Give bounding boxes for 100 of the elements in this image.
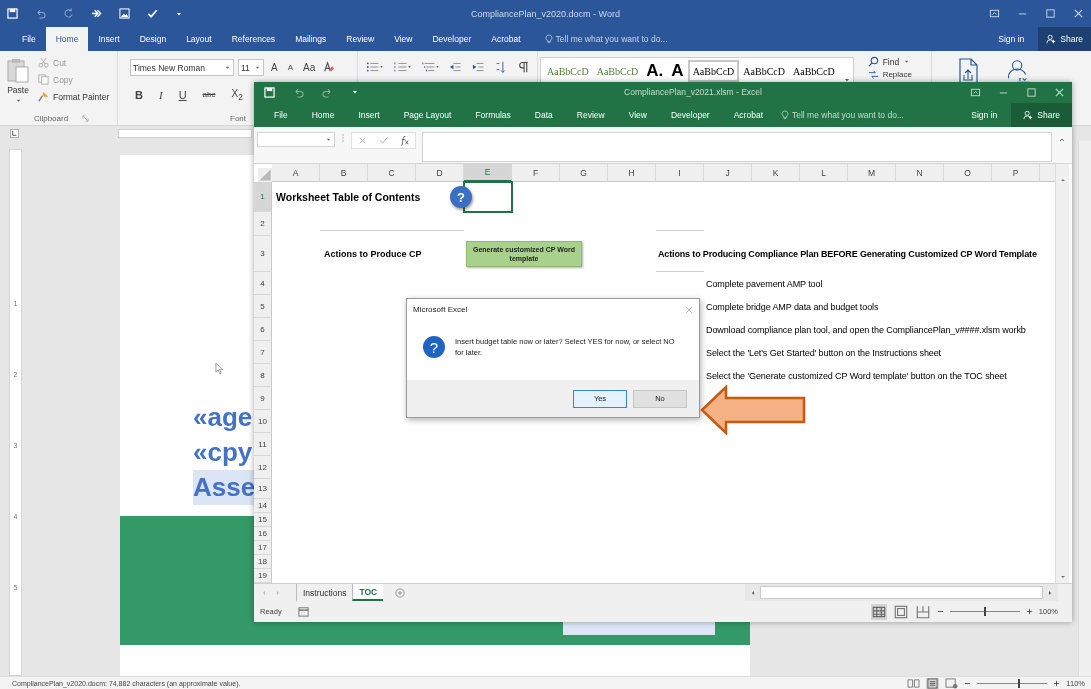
close-icon[interactable] (1054, 86, 1065, 98)
column-header[interactable]: M (848, 164, 896, 183)
ribbon-tab[interactable]: Acrobat (721, 102, 775, 127)
font-name-field[interactable]: Times New Roman (130, 59, 234, 76)
row-header[interactable]: 6 (254, 318, 272, 342)
formula-bar-field[interactable] (422, 131, 1052, 162)
row-header[interactable]: 18 (254, 555, 272, 570)
row-header[interactable]: 10 (254, 410, 272, 434)
font-size-field[interactable]: 11 (238, 59, 264, 76)
maximize-icon[interactable] (1045, 8, 1056, 19)
decrease-indent-icon[interactable] (449, 60, 462, 74)
column-header[interactable]: B (320, 164, 368, 183)
change-case-button[interactable]: Aa (300, 62, 319, 73)
replace-button[interactable]: Replace (867, 69, 925, 80)
ribbon-tab[interactable]: Review (336, 27, 385, 51)
row-header[interactable]: 9 (254, 387, 272, 411)
numbering-icon[interactable] (393, 60, 412, 74)
calendar-icon[interactable] (297, 606, 309, 618)
close-icon[interactable] (1073, 8, 1084, 19)
read-mode-icon[interactable] (907, 677, 921, 689)
column-header[interactable]: K (752, 164, 800, 183)
column-header[interactable]: H (608, 164, 656, 183)
save-icon[interactable] (7, 8, 18, 19)
insert-function-icon[interactable] (399, 134, 410, 146)
save-icon[interactable] (264, 86, 275, 98)
style-preset[interactable]: A. (642, 60, 668, 82)
zoom-in-icon[interactable] (1025, 608, 1033, 616)
zoom-slider-thumb[interactable] (983, 607, 986, 617)
bold-button[interactable]: B (132, 88, 146, 101)
ribbon-display-icon[interactable] (989, 8, 1000, 19)
horizontal-scrollbar[interactable] (745, 584, 1058, 602)
ribbon-tab[interactable]: Data (522, 102, 565, 127)
style-preset[interactable]: AaBbCcD (788, 60, 839, 82)
row-header[interactable]: 11 (254, 433, 272, 457)
ribbon-tab[interactable]: Insert (346, 102, 392, 127)
row-header[interactable]: 16 (254, 527, 272, 542)
ribbon-display-icon[interactable] (970, 86, 981, 98)
redo-icon[interactable] (63, 8, 74, 19)
row-header[interactable]: 17 (254, 541, 272, 556)
more-styles-icon[interactable] (842, 76, 851, 84)
subscript-button[interactable]: X$_{2}$ (228, 87, 246, 102)
bullets-icon[interactable] (366, 60, 384, 74)
page-layout-icon[interactable] (892, 603, 909, 620)
normal-view-icon[interactable] (870, 603, 887, 620)
ribbon-tab[interactable]: References (221, 27, 286, 51)
underline-button[interactable]: U (175, 88, 190, 101)
row-header[interactable]: 4 (254, 272, 272, 296)
ribbon-tab[interactable]: Page Layout (391, 102, 464, 127)
column-header[interactable]: N (896, 164, 944, 183)
share-button[interactable]: Share (1011, 102, 1072, 127)
sign-in-link[interactable]: Sign in (957, 102, 1012, 127)
ribbon-tab[interactable]: Review (564, 102, 617, 127)
row-header[interactable]: 15 (254, 513, 272, 528)
style-preset[interactable]: A (667, 60, 688, 82)
sign-in-link[interactable]: Sign in (984, 27, 1039, 51)
ribbon-tab[interactable]: Insert (88, 27, 130, 51)
style-preset[interactable]: AaBbCcD (592, 60, 643, 82)
column-header[interactable]: L (800, 164, 848, 183)
multilevel-list-icon[interactable] (421, 60, 440, 74)
column-header[interactable]: D (416, 164, 464, 183)
style-preset[interactable]: AaBbCcD (739, 60, 789, 82)
ribbon-tab[interactable]: Formulas (463, 102, 523, 127)
column-header[interactable]: O (944, 164, 992, 183)
paste-button[interactable]: Paste (6, 57, 30, 111)
row-header[interactable]: 7 (254, 341, 272, 365)
person-signature-icon[interactable] (1005, 57, 1032, 85)
ribbon-tab[interactable]: Mailings (285, 27, 337, 51)
check-icon[interactable] (147, 8, 158, 19)
grow-font-button[interactable]: A (268, 62, 281, 73)
row-header[interactable]: 2 (254, 212, 272, 237)
format-painter-button[interactable]: Format Painter (38, 91, 110, 102)
ribbon-tab[interactable]: Developer (658, 102, 722, 127)
double-arrow-icon[interactable] (91, 8, 102, 19)
column-header[interactable]: C (368, 164, 416, 183)
ribbon-tab[interactable]: File (12, 27, 46, 51)
strikethrough-button[interactable]: abc (199, 90, 219, 99)
row-header[interactable]: 13 (254, 479, 272, 500)
ribbon-tab[interactable]: Home (45, 27, 89, 51)
ribbon-tab[interactable]: Developer (422, 27, 482, 51)
help-button[interactable]: ? (450, 186, 472, 209)
column-header[interactable]: I (656, 164, 704, 183)
style-preset[interactable]: AaBbCcD (687, 60, 740, 82)
page-break-icon[interactable] (914, 603, 931, 620)
tab-selector-icon[interactable] (10, 129, 19, 138)
pilcrow-icon[interactable] (516, 60, 530, 74)
column-header[interactable]: P (992, 164, 1040, 183)
sheet-tab[interactable]: TOC (352, 584, 384, 602)
ribbon-tab[interactable]: Layout (176, 27, 222, 51)
find-button[interactable]: Find (867, 56, 925, 67)
clear-formatting-icon[interactable] (322, 61, 336, 74)
scroll-right-icon[interactable] (1046, 588, 1054, 597)
column-header[interactable]: A (272, 164, 320, 183)
print-layout-icon[interactable] (926, 677, 940, 689)
undo-icon[interactable] (293, 86, 304, 98)
row-header[interactable]: 8 (254, 364, 272, 388)
share-button[interactable]: Share (1038, 27, 1091, 51)
ribbon-tab[interactable]: Design (129, 27, 177, 51)
tell-me-search[interactable]: Tell me what you want to do... (781, 102, 904, 127)
row-header[interactable]: 1 (254, 182, 272, 213)
ribbon-tab[interactable]: File (262, 102, 300, 127)
